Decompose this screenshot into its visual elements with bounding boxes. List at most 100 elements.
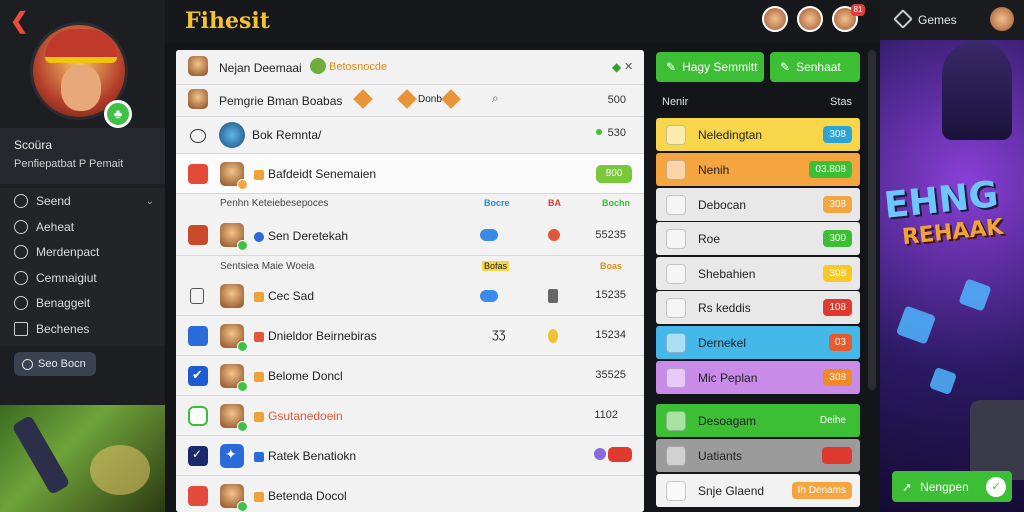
category-item[interactable]: Snje Glaend Ih Denams (656, 474, 860, 507)
gem-shape (958, 278, 992, 312)
row-title: Bafdeidt Senemaien (254, 167, 376, 181)
category-item[interactable]: Rs keddis 108 (656, 291, 860, 324)
category-icon (666, 159, 686, 180)
scrollbar[interactable] (868, 50, 876, 390)
list-row[interactable]: ✔ Belome Doncl 35525 (176, 356, 644, 396)
list-row[interactable]: Bafdeidt Senemaien 800 (176, 154, 644, 194)
promo-button-label: Nengpen (920, 479, 969, 494)
category-label: Mic Peplan (698, 370, 758, 385)
promo-banner[interactable]: EHNG REHAAK (880, 40, 1024, 512)
star-app-icon: ✦ (220, 444, 244, 468)
games-avatar[interactable] (990, 7, 1014, 31)
category-icon (666, 194, 686, 215)
coin-icon (254, 371, 264, 382)
nav-label: Benaggeit (36, 296, 91, 310)
category-item[interactable]: Nenih 03.808 (656, 153, 860, 186)
category-item[interactable]: Roe 300 (656, 222, 860, 255)
category-item[interactable]: Mic Peplan 308 (656, 361, 860, 394)
nav-item-5[interactable]: Benaggeit (14, 296, 154, 310)
list-row[interactable]: Betenda Docol (176, 476, 644, 512)
dot-icon (254, 231, 264, 242)
category-label: Desoagam (698, 413, 757, 428)
doc-icon (190, 288, 204, 304)
category-icon (666, 332, 686, 353)
secondary-action-button[interactable]: ✎ Senhaat (770, 52, 860, 82)
box-icon (353, 89, 373, 109)
nav-item-4[interactable]: Cemnaigiut (14, 271, 154, 285)
list-row[interactable]: Bok Remnta/ 530 (176, 117, 644, 154)
category-item[interactable]: Shebahien 308 (656, 257, 860, 290)
list-row[interactable]: Nejan Deemaai Betosnocde ◆ ✕ (176, 50, 644, 85)
back-arrow-icon[interactable]: ❮ (10, 8, 28, 34)
nav-item-6[interactable]: Bechenes (14, 322, 154, 336)
category-label: Neledingtan (698, 127, 763, 142)
coin-icon (254, 491, 264, 502)
row-title-text: Gsutanedoein (268, 409, 343, 423)
nav-item-3[interactable]: Merdenpact (14, 245, 154, 259)
row-title-text: Bafdeidt Senemaien (268, 167, 377, 181)
row-title: Ratek Benatiokn (254, 449, 356, 463)
category-badge: 108 (823, 299, 852, 316)
list-row[interactable]: Sen Deretekah 55235 (176, 214, 644, 256)
row-extra: Donb (418, 94, 442, 105)
promo-button[interactable]: ➚ Nengpen ✓ (892, 471, 1012, 502)
category-item[interactable]: Dernekel 03 (656, 326, 860, 359)
toggle-icon[interactable] (480, 229, 498, 241)
row-value: 15234 (595, 329, 626, 341)
close-icon[interactable]: ✕ (624, 60, 633, 73)
button-label: Hagy Semmitt (682, 60, 758, 74)
list-row[interactable]: Gsutanedoein 1102 (176, 396, 644, 436)
profile-name: Scoüra (14, 138, 53, 152)
list-row[interactable]: Cec Sad 15235 (176, 276, 644, 316)
avatar (220, 223, 248, 251)
search-icon[interactable]: ⌕ (492, 91, 499, 106)
row-title: Pemgrie Bman Boabas (219, 94, 343, 108)
row-title: Dnieldor Beirnebiras (254, 329, 377, 343)
category-item[interactable]: Neledingtan 308 (656, 118, 860, 151)
check-icon[interactable]: ✔ (188, 366, 208, 386)
list-row[interactable]: Dnieldor Beirnebiras ƷƷ 15234 (176, 316, 644, 356)
column-header: Bocre (484, 198, 510, 208)
primary-action-button[interactable]: ✎ Hagy Semmitt (656, 52, 764, 82)
category-item[interactable]: Debocan 308 (656, 188, 860, 221)
section-label: Sentsiea Maie Woeia (220, 261, 315, 272)
friend-avatar-1[interactable] (762, 6, 788, 32)
nav-item-2[interactable]: Aeheat (14, 220, 154, 234)
category-icon (666, 297, 686, 318)
category-item[interactable]: Uatiants (656, 439, 860, 472)
profile-subtitle: Penfiepatbat P Pemait (14, 158, 124, 170)
nav-label: Aeheat (36, 220, 75, 234)
list-row[interactable]: Pemgrie Bman Boabas Donb ⌕ 500 (176, 85, 644, 117)
category-item[interactable]: Desoagam Deihe (656, 404, 860, 437)
row-title-text: Cec Sad (268, 289, 315, 303)
row-value: 1102 (594, 409, 618, 421)
category-badge: 03 (828, 334, 852, 351)
app-window: ❮ ♣ Scoüra Penfiepatbat P Pemait Seend ⌄… (0, 0, 1024, 512)
nav-label: Seend (36, 194, 71, 208)
category-label: Debocan (698, 197, 747, 212)
nav-item-1[interactable]: Seend ⌄ (14, 194, 154, 208)
row-title: Cec Sad (254, 289, 314, 303)
avatar (220, 484, 248, 512)
sidebar-button[interactable]: Seo Bocn (14, 352, 96, 376)
diamond-icon: ◆ (612, 60, 622, 74)
flag-icon (254, 331, 264, 342)
games-tab[interactable]: Gemes (880, 0, 1024, 40)
shield-icon (188, 406, 208, 426)
row-tag: Betosnocde (329, 61, 388, 73)
category-badge (822, 447, 852, 464)
lock-icon (548, 289, 558, 303)
chevron-down-icon: ⌄ (145, 195, 154, 207)
coin-icon (254, 169, 264, 180)
category-icon (666, 445, 686, 466)
friend-avatar-2[interactable] (797, 6, 823, 32)
search-icon (22, 358, 33, 370)
list-row[interactable]: ✓ ✦ Ratek Benatiokn (176, 436, 644, 476)
row-title: Gsutanedoein (254, 409, 343, 423)
friends-list-panel: Nejan Deemaai Betosnocde ◆ ✕ Pemgrie Bma… (176, 50, 644, 512)
toggle-icon[interactable] (480, 290, 498, 302)
record-pill-icon[interactable] (608, 447, 632, 462)
hat-graphic (45, 29, 117, 63)
avatar (188, 56, 208, 76)
category-icon (666, 228, 686, 249)
